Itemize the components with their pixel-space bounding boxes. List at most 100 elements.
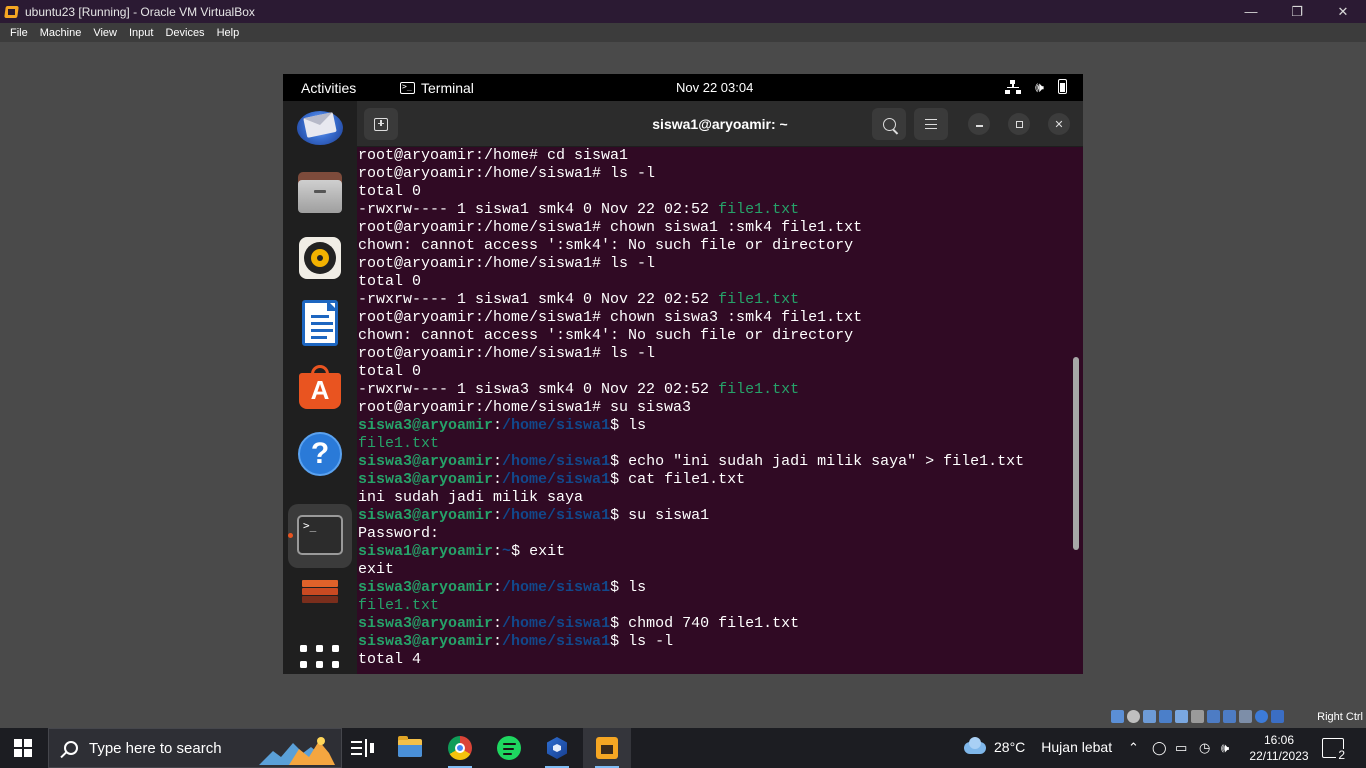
terminal-user-text: siswa3@aryoamir [358,471,494,488]
terminal-minimize-button[interactable] [968,113,990,135]
terminal-line: siswa3@aryoamir:/home/siswa1$ chmod 740 … [358,615,1024,633]
stack-icon[interactable] [297,576,343,622]
help-icon[interactable]: ? [297,431,343,477]
speaker-icon[interactable]: 🕪 [1221,740,1229,756]
terminal-text: exit [358,561,395,578]
terminal-line: root@aryoamir:/home# cd siswa1 [358,147,1024,165]
terminal-line: siswa3@aryoamir:/home/siswa1$ su siswa1 [358,507,1024,525]
terminal-text: : [493,507,503,524]
virtualbox-vm-icon[interactable] [592,733,622,768]
app-menu[interactable]: >_ Terminal [400,80,474,96]
audio-icon[interactable] [1143,710,1156,723]
shared-folders-icon[interactable] [1191,710,1204,723]
libreoffice-writer-icon[interactable] [297,300,343,346]
restore-icon[interactable]: ❐ [1274,0,1320,23]
files-icon[interactable] [297,170,343,216]
terminal-text: $ su siswa1 [610,507,710,524]
search-icon [64,741,78,755]
meet-now-icon[interactable]: ◯ [1152,740,1167,756]
vbox-menubar: File Machine View Input Devices Help [0,23,1366,42]
guest-screen[interactable]: Activities >_ Terminal Nov 22 03:04 🕪 A … [283,74,1083,674]
display-icon[interactable] [1207,710,1220,723]
optical-drive-icon[interactable] [1127,710,1140,723]
thunderbird-icon[interactable] [297,105,343,151]
menu-view[interactable]: View [87,27,123,39]
taskbar-search-box[interactable]: Type here to search [48,728,342,768]
terminal-text: total 4 [358,651,422,668]
terminal-text: $ ls [610,579,647,596]
close-icon[interactable]: ✕ [1320,0,1366,23]
wifi-icon[interactable]: ◷ [1199,740,1210,756]
rhythmbox-icon[interactable] [297,235,343,281]
terminal-user-text: siswa3@aryoamir [358,615,494,632]
windows-start-button[interactable] [14,739,32,757]
running-indicator [288,533,293,538]
minimize-icon[interactable]: — [1228,0,1274,23]
mouse-integration-icon[interactable] [1255,710,1268,723]
terminal-line: file1.txt [358,435,1024,453]
terminal-close-button[interactable]: ✕ [1048,113,1070,135]
terminal-text: root@aryoamir:/home/siswa1# chown siswa3… [358,309,863,326]
rain-cloud-icon [962,737,988,757]
terminal-line: siswa1@aryoamir:~$ exit [358,543,1024,561]
file-explorer-icon[interactable] [395,733,425,763]
notification-count: 2 [1336,748,1347,762]
terminal-headerbar: siswa1@aryoamir: ~ ✕ [357,101,1083,147]
terminal-line: chown: cannot access ':smk4': No such fi… [358,237,1024,255]
terminal-text: total 0 [358,273,422,290]
usb-icon[interactable] [1175,710,1188,723]
terminal-path-text: ~ [502,543,512,560]
menu-machine[interactable]: Machine [34,27,88,39]
terminal-scrollbar[interactable] [1073,357,1079,550]
gnome-clock[interactable]: Nov 22 03:04 [676,80,753,95]
virtualbox-manager-icon[interactable] [542,733,572,768]
cpu-icon[interactable] [1239,710,1252,723]
spotify-icon[interactable] [494,733,524,763]
terminal-text: : [493,579,503,596]
terminal-icon[interactable]: >_ [297,513,343,559]
show-apps-icon[interactable] [297,643,343,674]
activities-button[interactable]: Activities [301,80,356,96]
terminal-search-button[interactable] [872,108,906,140]
terminal-user-text: siswa1@aryoamir [358,543,494,560]
chrome-icon[interactable] [445,733,475,768]
terminal-text: : [493,543,503,560]
menu-file[interactable]: File [4,27,34,39]
menu-devices[interactable]: Devices [159,27,210,39]
terminal-output[interactable]: root@aryoamir:/home# cd siswa1 root@aryoa… [357,147,1083,674]
app-menu-label: Terminal [421,80,474,96]
terminal-lines: root@aryoamir:/home# cd siswa1 root@aryoa… [358,147,1024,669]
terminal-file-text: file1.txt [358,435,440,452]
terminal-line: exit [358,561,1024,579]
terminal-line: siswa3@aryoamir:/home/siswa1$ echo "ini … [358,453,1024,471]
menu-input[interactable]: Input [123,27,159,39]
network-adapter-icon[interactable] [1159,710,1172,723]
task-view-icon[interactable] [347,733,377,763]
terminal-text: root@aryoamir:/home/siswa1# su siswa3 [358,399,692,416]
keyboard-capture-icon[interactable] [1271,710,1284,723]
terminal-text: $ ls -l [610,633,674,650]
menu-help[interactable]: Help [211,27,246,39]
battery-icon [1058,79,1067,94]
terminal-text: root@aryoamir:/home/siswa1# ls -l [358,255,656,272]
weather-widget[interactable]: 28°C Hujan lebat [962,737,1112,757]
terminal-text: $ chmod 740 file1.txt [610,615,800,632]
terminal-text: root@aryoamir:/home/siswa1# ls -l [358,165,656,182]
terminal-text: chown: cannot access ':smk4': No such fi… [358,327,854,344]
ubuntu-software-icon[interactable]: A [297,365,343,411]
terminal-text: root@aryoamir:/home# cd siswa1 [358,147,629,164]
terminal-maximize-button[interactable] [1008,113,1030,135]
taskbar-clock[interactable]: 16:06 22/11/2023 [1244,732,1314,764]
battery-tray-icon[interactable]: ▭ [1175,740,1187,756]
terminal-line: total 4 [358,651,1024,669]
terminal-line: -rwxrw---- 1 siswa3 smk4 0 Nov 22 02:52 … [358,381,1024,399]
vbox-status-bar: Right Ctrl [0,707,1366,728]
terminal-menu-button[interactable] [914,108,948,140]
hard-disk-icon[interactable] [1111,710,1124,723]
system-menu[interactable]: 🕪 [1005,79,1067,94]
terminal-text: Password: [358,525,440,542]
chevron-up-icon[interactable]: ⌃ [1128,740,1139,756]
terminal-text: : [493,615,503,632]
notification-center-icon[interactable]: 2 [1322,738,1347,762]
recording-icon[interactable] [1223,710,1236,723]
